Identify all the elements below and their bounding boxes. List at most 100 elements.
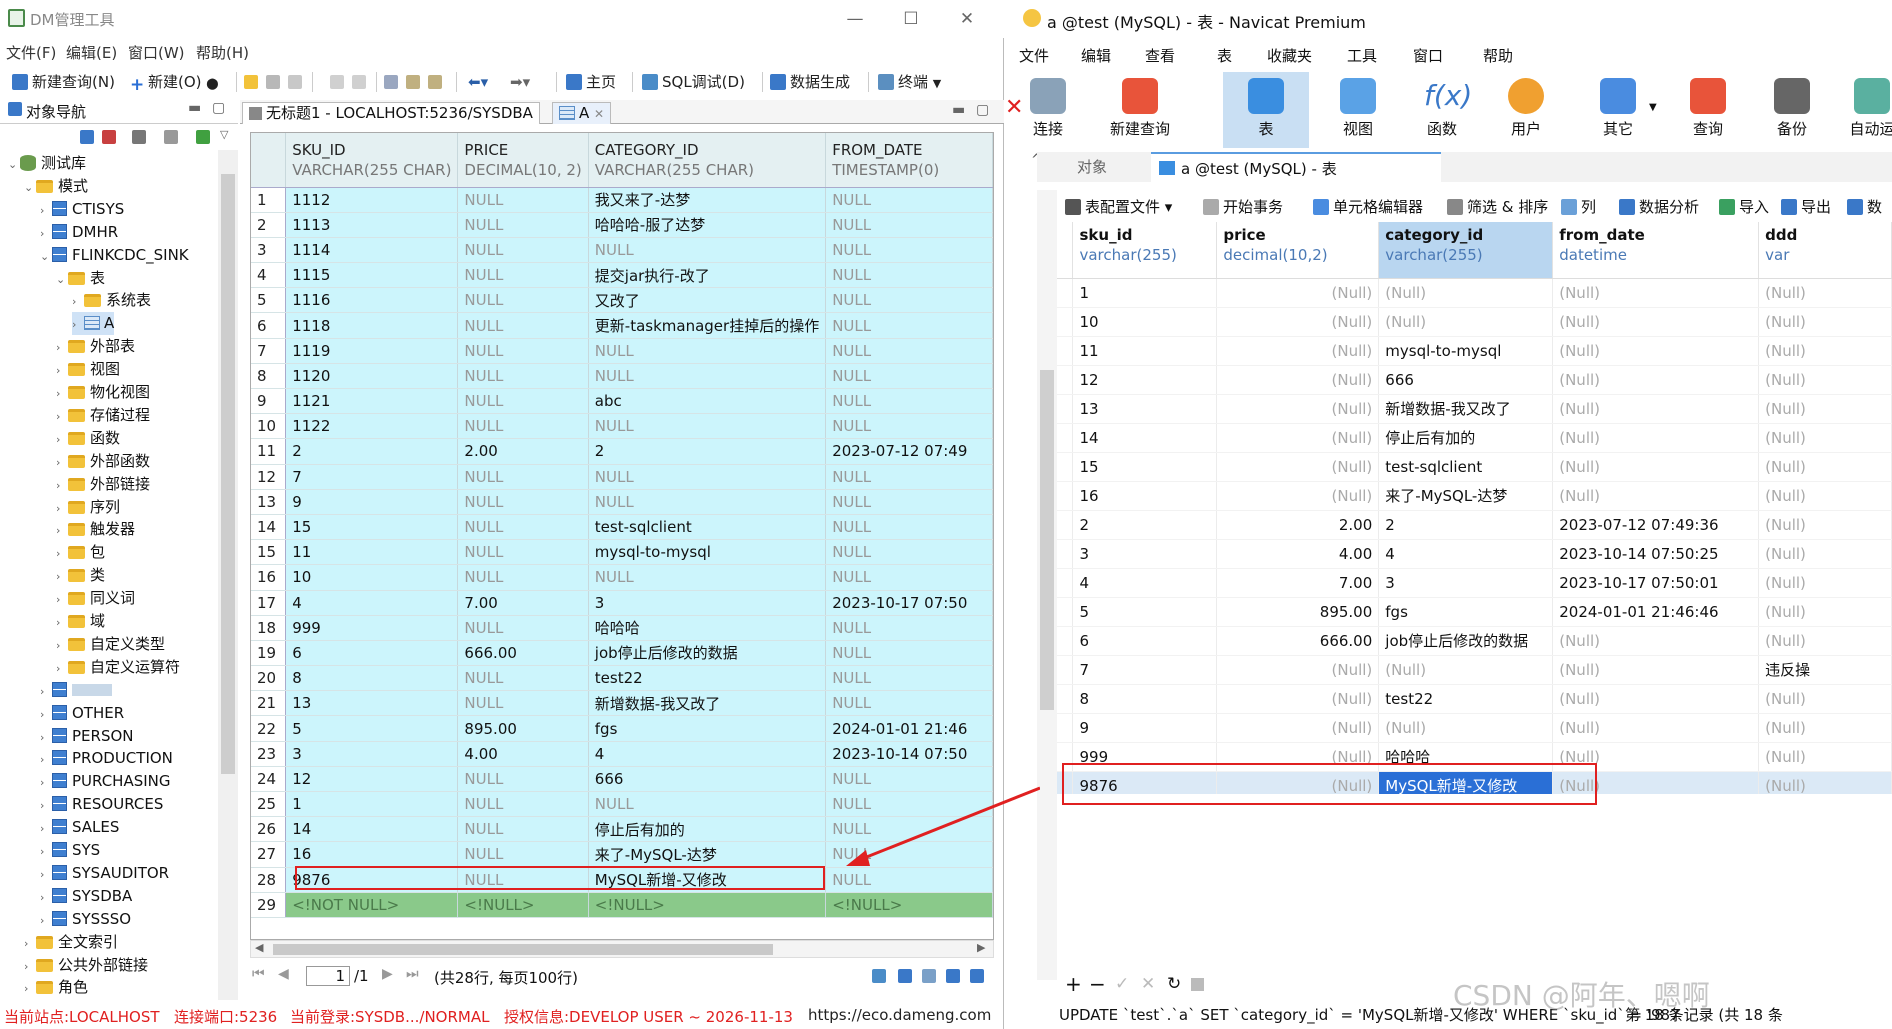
table-cell[interactable]: 1120 xyxy=(285,363,459,390)
chevron-right-icon[interactable]: › xyxy=(40,199,52,222)
column-header[interactable]: from_date datetime xyxy=(1552,222,1760,279)
collapse-icon[interactable] xyxy=(164,130,178,144)
table-cell[interactable]: NULL xyxy=(825,287,993,314)
table-row[interactable]: 8 (Null) test22 (Null) (Null) xyxy=(1057,684,1892,714)
table-cell[interactable]: (Null) xyxy=(1758,510,1892,540)
table-row[interactable]: 6 1118 NULL 更新-taskmanager挂掉后的操作 NULL xyxy=(251,312,993,339)
refresh-icon[interactable] xyxy=(872,969,886,983)
table-row[interactable]: 6 666.00 job停止后修改的数据 (Null) (Null) xyxy=(1057,626,1892,656)
table-row[interactable]: 22 5 895.00 fgs 2024-01-01 21:46 xyxy=(251,715,993,742)
table-cell[interactable]: 895.00 xyxy=(457,715,589,742)
terminal-button[interactable]: 终端 ▼ xyxy=(878,70,941,94)
tab-query[interactable]: 无标题1 - LOCALHOST:5236/SYSDBA xyxy=(242,102,540,124)
table-cell[interactable]: NULL xyxy=(457,413,589,440)
tree-scrollbar[interactable] xyxy=(218,150,238,1000)
table-cell[interactable]: (Null) xyxy=(1758,568,1892,598)
first-page-icon[interactable]: ⏮ xyxy=(252,966,265,982)
table-row[interactable]: 20 8 NULL test22 NULL xyxy=(251,665,993,692)
nv-menu-file[interactable]: 文件 xyxy=(1019,45,1049,66)
table-cell[interactable]: 1121 xyxy=(285,388,459,415)
chevron-right-icon[interactable]: › xyxy=(56,336,68,359)
tree-item[interactable]: › 域 xyxy=(56,610,105,633)
table-cell[interactable]: (Null) xyxy=(1758,771,1892,794)
tree-item[interactable]: › OTHER xyxy=(40,702,124,725)
table-cell[interactable]: NULL xyxy=(588,413,827,440)
data-analysis-button[interactable]: 数据分析 xyxy=(1619,196,1699,217)
tree-item[interactable]: › PRODUCTION xyxy=(40,747,173,770)
table-cell[interactable]: (Null) xyxy=(1216,394,1380,424)
table-cell[interactable]: 2024-01-01 21:46:46 xyxy=(1552,597,1760,627)
filter-icon[interactable] xyxy=(196,130,210,144)
column-header[interactable]: PRICE DECIMAL(10, 2) xyxy=(457,133,589,188)
table-cell[interactable]: NULL xyxy=(825,665,993,692)
table-cell[interactable]: NULL xyxy=(588,489,827,515)
table-cell[interactable]: (Null) xyxy=(1552,713,1760,743)
nv-menu-table[interactable]: 表 xyxy=(1217,45,1232,66)
connect-icon[interactable] xyxy=(80,130,94,144)
cut-icon[interactable] xyxy=(384,75,398,89)
table-cell[interactable]: 又改了 xyxy=(588,287,827,314)
chevron-right-icon[interactable]: › xyxy=(56,519,68,542)
table-cell[interactable]: NULL xyxy=(825,539,993,566)
ribbon-user[interactable]: 用户 xyxy=(1491,72,1561,148)
chevron-down-icon[interactable]: ⌄ xyxy=(56,268,68,291)
chevron-right-icon[interactable]: › xyxy=(40,909,52,932)
table-cell[interactable]: 666 xyxy=(588,766,827,793)
table-cell[interactable]: (Null) xyxy=(1758,394,1892,424)
table-row[interactable]: 18 999 NULL 哈哈哈 NULL xyxy=(251,615,993,641)
column-header[interactable]: category_id varchar(255) xyxy=(1378,222,1554,279)
table-cell[interactable]: NULL xyxy=(457,363,589,390)
table-cell[interactable]: 7 xyxy=(285,464,459,490)
table-row[interactable]: 8 1120 NULL NULL NULL xyxy=(251,363,993,390)
chevron-right-icon[interactable]: › xyxy=(40,703,52,726)
redo-icon[interactable] xyxy=(352,75,366,89)
table-cell[interactable]: 4 xyxy=(285,590,459,616)
table-cell[interactable]: 10 xyxy=(285,564,459,591)
table-cell[interactable]: NULL xyxy=(825,262,993,289)
tree-scrollbar-thumb[interactable] xyxy=(221,174,235,774)
tree-item[interactable]: › 序列 xyxy=(56,496,120,519)
chevron-right-icon[interactable]: › xyxy=(56,542,68,565)
chevron-right-icon[interactable]: › xyxy=(40,794,52,817)
nv-menu-tools[interactable]: 工具 xyxy=(1347,45,1377,66)
table-cell[interactable]: NULL xyxy=(825,312,993,339)
menu-file[interactable]: 文件(F) xyxy=(6,42,56,63)
table-cell[interactable]: 6 xyxy=(285,640,459,667)
chevron-down-icon[interactable]: ▼ xyxy=(933,77,941,90)
chevron-right-icon[interactable]: › xyxy=(24,977,36,1000)
table-cell[interactable]: test22 xyxy=(588,665,827,692)
chevron-right-icon[interactable]: › xyxy=(56,588,68,611)
table-cell[interactable]: (Null) xyxy=(1216,365,1380,395)
table-cell[interactable]: NULL xyxy=(457,841,589,868)
table-cell[interactable]: 2 xyxy=(285,438,459,465)
table-cell[interactable]: mysql-to-mysql xyxy=(588,539,827,566)
apply-icon[interactable]: ✓ xyxy=(1115,974,1129,994)
table-cell[interactable]: 11 xyxy=(1072,336,1218,366)
tree-item[interactable]: ⌄ 模式 xyxy=(24,175,88,198)
ribbon-connect[interactable]: 连接 xyxy=(1013,72,1083,148)
table-cell[interactable]: (Null) xyxy=(1216,336,1380,366)
nv-menu-edit[interactable]: 编辑 xyxy=(1081,45,1111,66)
table-cell[interactable]: NULL xyxy=(457,615,589,641)
table-row[interactable]: 2 2.00 2 2023-07-12 07:49:36 (Null) xyxy=(1057,510,1892,540)
chevron-right-icon[interactable]: › xyxy=(40,840,52,863)
table-cell[interactable]: 2023-07-12 07:49 xyxy=(825,438,993,465)
nv-menu-view[interactable]: 查看 xyxy=(1145,45,1175,66)
table-cell[interactable]: 1113 xyxy=(285,212,459,238)
chevron-right-icon[interactable]: › xyxy=(40,886,52,909)
column-header[interactable]: sku_id varchar(255) xyxy=(1072,222,1218,279)
chevron-right-icon[interactable]: › xyxy=(72,313,84,336)
table-cell[interactable]: 1114 xyxy=(285,237,459,264)
tree-item[interactable]: › 类 xyxy=(56,564,105,587)
add-record-icon[interactable]: + xyxy=(1065,972,1082,996)
chevron-right-icon[interactable]: › xyxy=(56,382,68,405)
ribbon-view[interactable]: 视图 xyxy=(1323,72,1393,148)
save-all-icon[interactable] xyxy=(288,75,302,89)
table-cell[interactable]: (Null) xyxy=(1552,278,1760,308)
table-cell[interactable]: 2023-10-17 07:50 xyxy=(825,590,993,616)
chevron-right-icon[interactable]: › xyxy=(40,726,52,749)
column-header[interactable]: ddd var xyxy=(1758,222,1892,279)
table-cell[interactable]: 16 xyxy=(285,841,459,868)
chevron-right-icon[interactable]: › xyxy=(40,863,52,886)
chevron-right-icon[interactable]: › xyxy=(40,817,52,840)
